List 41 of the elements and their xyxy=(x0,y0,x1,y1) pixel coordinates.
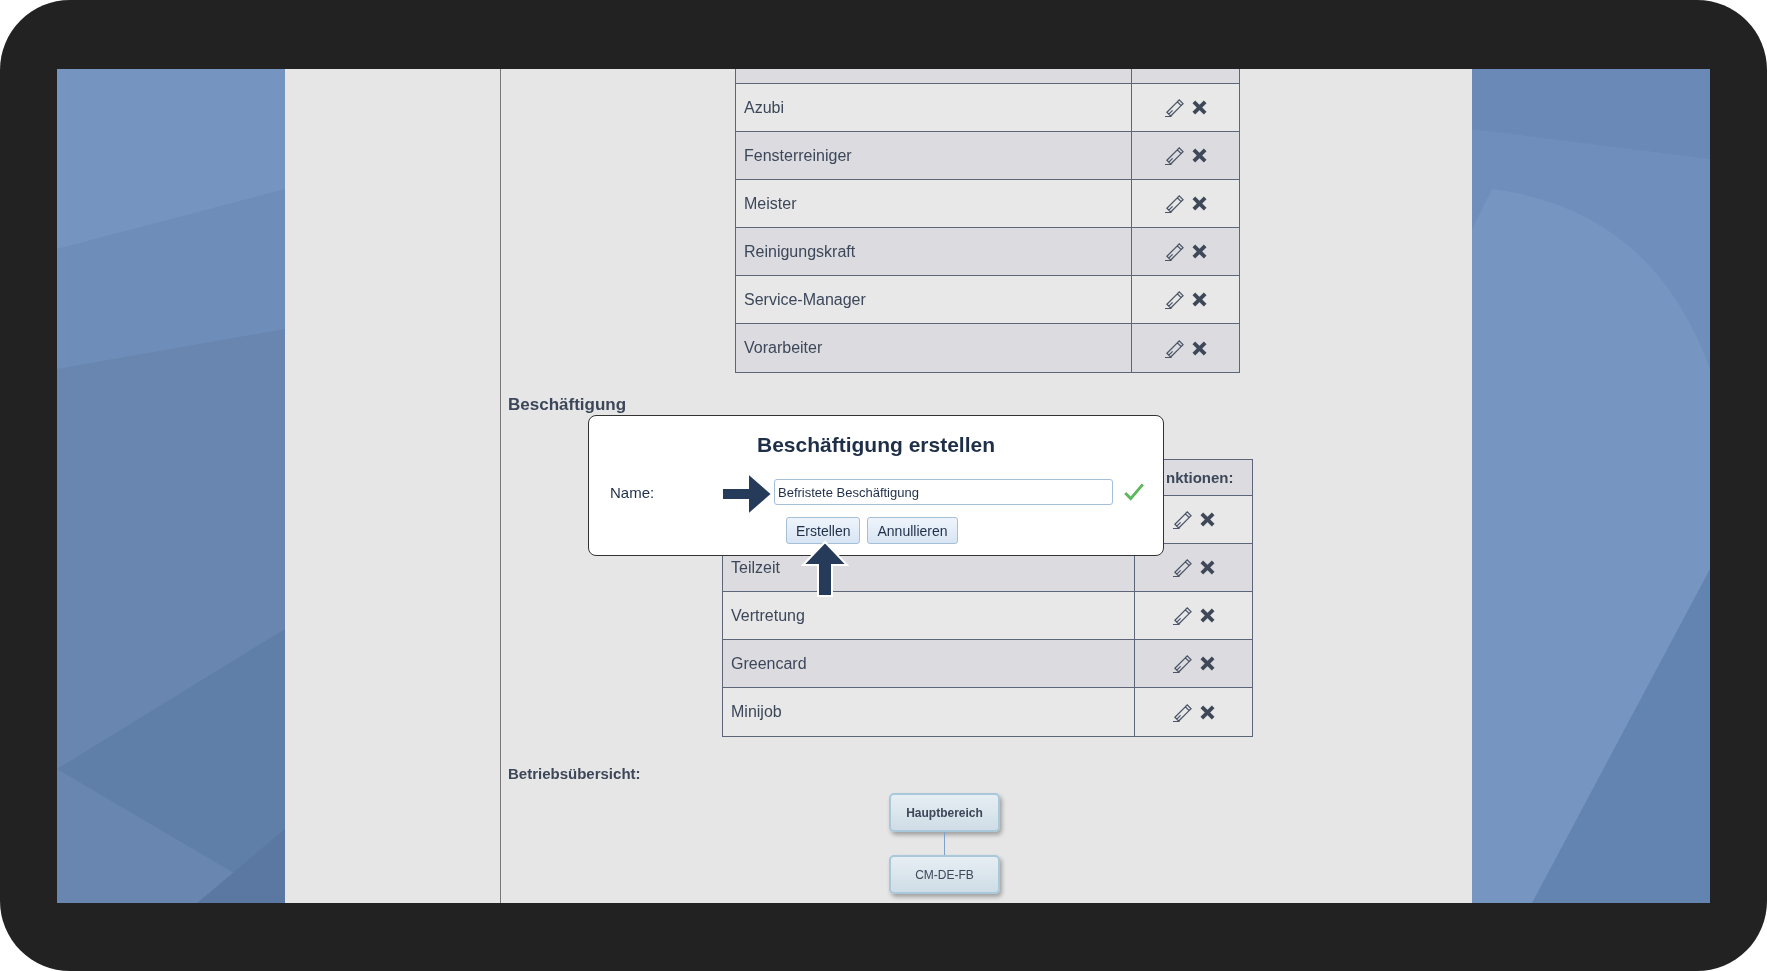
pencil-icon[interactable] xyxy=(1163,146,1185,165)
table-cell: Service-Manager xyxy=(736,276,1132,323)
pencil-icon[interactable] xyxy=(1163,194,1185,213)
column-header: nktionen: xyxy=(1165,468,1235,488)
pencil-icon[interactable] xyxy=(1171,510,1193,529)
delete-icon[interactable] xyxy=(1198,703,1216,721)
pencil-icon[interactable] xyxy=(1171,702,1193,722)
delete-icon[interactable] xyxy=(1190,291,1208,308)
pencil-icon[interactable] xyxy=(1163,242,1185,261)
section-heading: Beschäftigung xyxy=(508,395,628,415)
pencil-icon[interactable] xyxy=(1171,558,1193,577)
table-cell: Minijob xyxy=(723,688,1135,736)
table-cell: Azubi xyxy=(736,84,1132,131)
dialog-button[interactable]: Annullieren xyxy=(867,517,958,544)
delete-icon[interactable] xyxy=(1198,607,1216,624)
table-cell: Fensterreiniger xyxy=(736,132,1132,179)
pencil-icon[interactable] xyxy=(1163,290,1185,309)
section-heading: Betriebsübersicht: xyxy=(508,764,642,784)
delete-icon[interactable] xyxy=(1198,511,1216,528)
delete-icon[interactable] xyxy=(1190,243,1208,260)
table-cell: Greencard xyxy=(723,640,1135,687)
delete-icon[interactable] xyxy=(1190,99,1208,116)
name-field[interactable]: Befristete Beschäftigung xyxy=(774,479,1113,505)
pencil-icon[interactable] xyxy=(1171,606,1193,625)
pencil-icon[interactable] xyxy=(1171,654,1193,673)
delete-icon[interactable] xyxy=(1190,147,1208,164)
pencil-icon[interactable] xyxy=(1163,98,1185,117)
org-node[interactable]: CM-DE-FB xyxy=(889,855,1000,894)
connector-line xyxy=(944,832,945,855)
dialog-title: Beschäftigung erstellen xyxy=(755,433,997,457)
delete-icon[interactable] xyxy=(1198,655,1216,672)
delete-icon[interactable] xyxy=(1190,339,1208,357)
field-label: Name: xyxy=(609,483,656,501)
org-node[interactable]: Hauptbereich xyxy=(889,793,1000,832)
table-cell: Reinigungskraft xyxy=(736,228,1132,275)
table-cell: Meister xyxy=(736,180,1132,227)
dialog-button[interactable]: Erstellen xyxy=(786,517,861,544)
table-cell: Vorarbeiter xyxy=(736,324,1132,372)
delete-icon[interactable] xyxy=(1198,559,1216,576)
delete-icon[interactable] xyxy=(1190,195,1208,212)
pencil-icon[interactable] xyxy=(1163,338,1185,358)
